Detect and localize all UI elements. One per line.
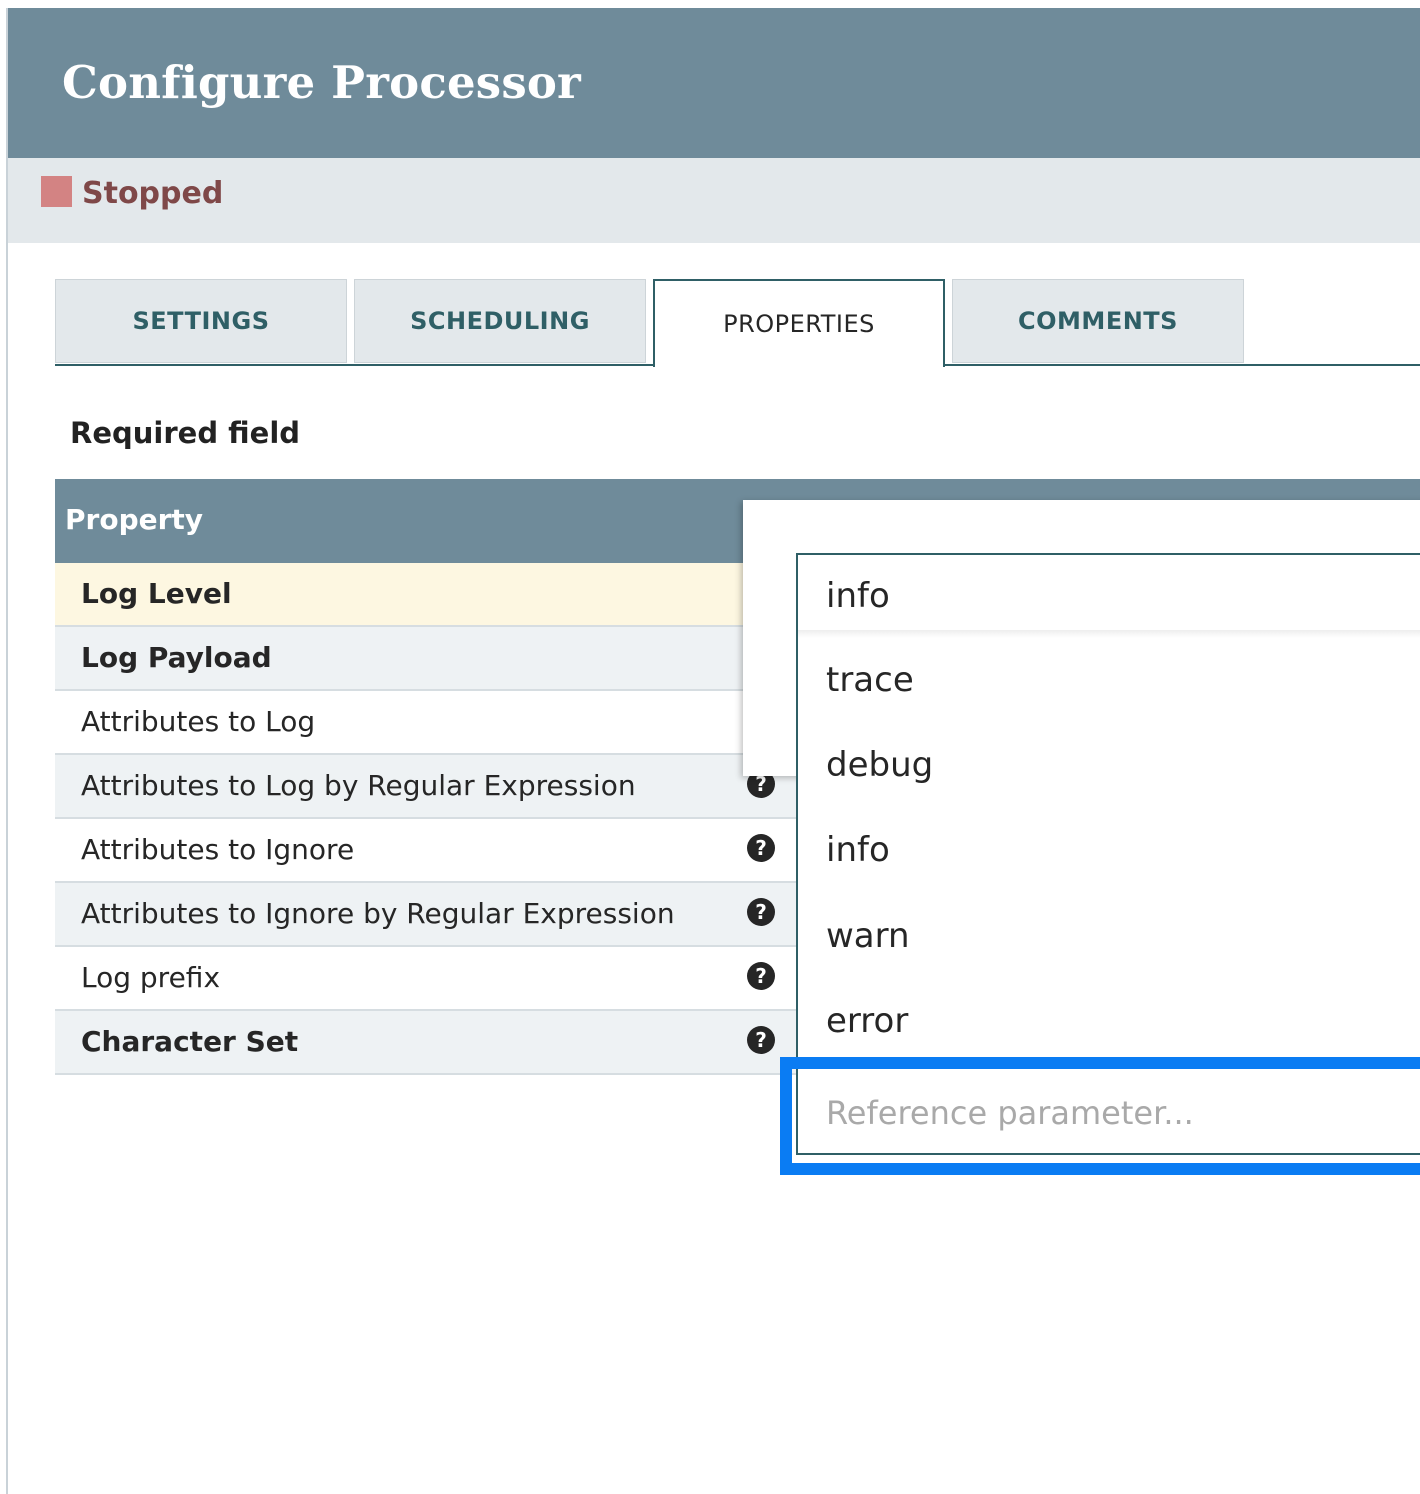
help-icon[interactable]: ? bbox=[747, 962, 775, 990]
tab-settings[interactable]: SETTINGS bbox=[55, 279, 347, 363]
status-text: Stopped bbox=[82, 176, 224, 211]
combobox-divider bbox=[798, 630, 1420, 638]
column-header-property: Property bbox=[65, 503, 204, 536]
tab-scheduling[interactable]: SCHEDULING bbox=[354, 279, 646, 363]
tab-properties[interactable]: PROPERTIES bbox=[653, 279, 945, 367]
property-name: Attributes to Ignore by Regular Expressi… bbox=[81, 897, 675, 930]
help-icon[interactable]: ? bbox=[747, 1026, 775, 1054]
combobox-selected-value[interactable]: info bbox=[826, 576, 890, 616]
property-name: Attributes to Log bbox=[81, 705, 316, 738]
property-name: Log Payload bbox=[81, 641, 272, 674]
help-icon[interactable]: ? bbox=[747, 898, 775, 926]
option-warn[interactable]: warn bbox=[826, 916, 910, 956]
option-debug[interactable]: debug bbox=[826, 745, 933, 785]
property-name: Log Level bbox=[81, 577, 232, 610]
option-trace[interactable]: trace bbox=[826, 660, 914, 700]
reference-parameter-input[interactable] bbox=[826, 1088, 1406, 1138]
stopped-square-icon bbox=[41, 176, 72, 207]
dialog-title: Configure Processor bbox=[62, 56, 581, 109]
property-name: Character Set bbox=[81, 1025, 299, 1058]
required-field-label: Required field bbox=[70, 416, 301, 450]
property-name: Attributes to Log by Regular Expression bbox=[81, 769, 636, 802]
property-name: Attributes to Ignore bbox=[81, 833, 355, 866]
property-name: Log prefix bbox=[81, 961, 221, 994]
option-error[interactable]: error bbox=[826, 1001, 908, 1041]
option-info[interactable]: info bbox=[826, 830, 890, 870]
tab-comments[interactable]: COMMENTS bbox=[952, 279, 1244, 363]
help-icon[interactable]: ? bbox=[747, 834, 775, 862]
dialog-header: Configure Processor bbox=[8, 8, 1420, 158]
